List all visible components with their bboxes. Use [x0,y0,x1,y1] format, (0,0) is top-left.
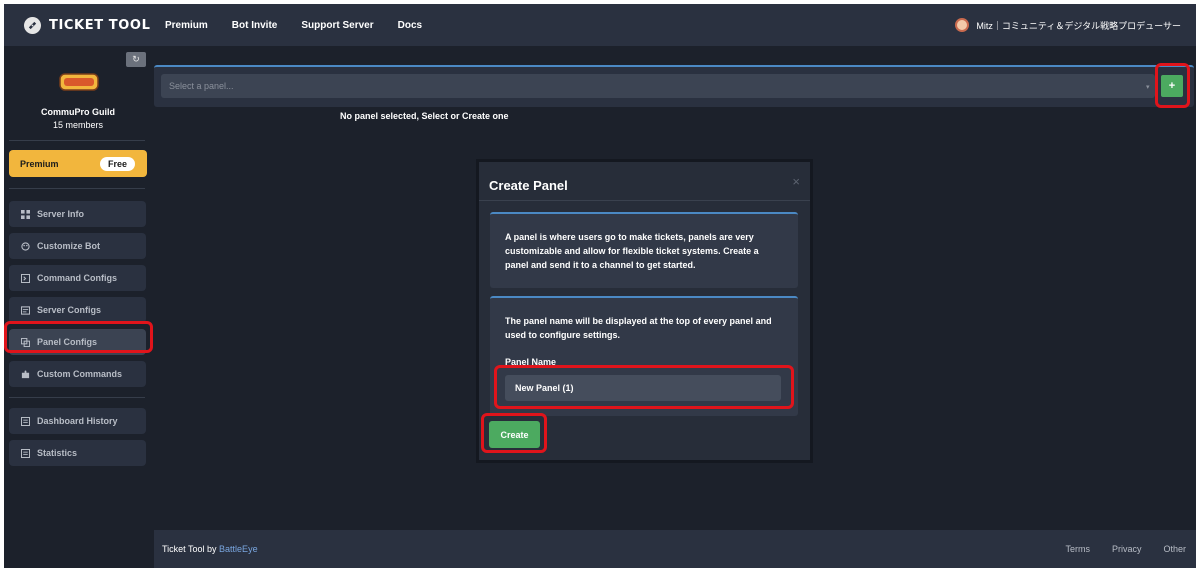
sidebar-item-label: Dashboard History [37,416,118,426]
sidebar-item-label: Command Configs [37,273,117,283]
app-window: TICKET TOOL Premium Bot Invite Support S… [4,4,1196,568]
panel-selector-bar: Select a panel... ▾ + [154,65,1194,107]
top-nav: TICKET TOOL Premium Bot Invite Support S… [4,4,1196,46]
guild-name: CommuPro Guild [41,107,115,117]
sidebar-item-custom-commands[interactable]: Custom Commands [9,361,146,387]
sidebar-item-label: Customize Bot [37,241,100,251]
footer-author-link[interactable]: BattleEye [219,544,258,554]
sidebar-item-customize-bot[interactable]: Customize Bot [9,233,146,259]
highlight-box [1155,63,1190,108]
intro-text: A panel is where users go to make ticket… [505,232,759,270]
modal-divider [479,200,810,201]
chevron-down-icon: ▾ [1146,84,1150,91]
avatar [955,18,970,32]
sidebar-item-statistics[interactable]: Statistics [9,440,146,466]
sidebar: ↻ CommuPro Guild 15 members Premium Free… [4,46,152,568]
guild-member-count: 15 members [52,120,104,130]
user-name: Mitz｜コミュニティ＆デジタル戦略プロデューサー [976,20,1181,31]
refresh-icon: ↻ [132,54,140,64]
puzzle-icon [21,369,30,379]
footer-link-privacy[interactable]: Privacy [1112,544,1142,554]
sidebar-item-label: Server Configs [37,305,102,315]
sidebar-divider [9,397,145,398]
server-icon [21,305,30,315]
nav-link-bot-invite[interactable]: Bot Invite [232,20,278,31]
sidebar-divider [9,188,145,189]
highlight-box [481,413,547,453]
guild-logo [59,73,99,91]
plan-badge: Free [99,156,135,171]
sidebar-item-label: Custom Commands [37,369,123,379]
nav-link-premium[interactable]: Premium [165,20,208,31]
sidebar-item-server-info[interactable]: Server Info [9,201,146,227]
footer-links: Terms Privacy Other [1043,544,1186,554]
nav-link-support-server[interactable]: Support Server [301,20,373,31]
nav-link-docs[interactable]: Docs [398,20,422,31]
footer-link-other[interactable]: Other [1163,544,1186,554]
brand-name: TICKET TOOL [49,17,151,33]
brand[interactable]: TICKET TOOL [24,16,165,34]
sidebar-item-server-configs[interactable]: Server Configs [9,297,146,323]
grid-icon [21,209,30,219]
panel-name-help: The panel name will be displayed at the … [505,316,772,340]
sidebar-item-dashboard-history[interactable]: Dashboard History [9,408,146,434]
footer: Ticket Tool by BattleEye Terms Privacy O… [154,530,1196,568]
panel-select[interactable]: Select a panel... [161,74,1155,98]
modal-title: Create Panel [489,178,568,193]
refresh-button[interactable]: ↻ [126,52,146,67]
highlight-box [4,321,153,353]
close-icon[interactable]: × [792,174,800,189]
premium-card[interactable]: Premium Free [9,150,147,177]
sidebar-divider [9,140,145,141]
history-icon [21,416,30,426]
footer-by-text: Ticket Tool by [162,544,217,554]
sidebar-item-command-configs[interactable]: Command Configs [9,265,146,291]
sidebar-item-label: Statistics [37,448,78,458]
footer-link-terms[interactable]: Terms [1065,544,1090,554]
palette-icon [21,241,30,251]
sidebar-item-label: Server Info [37,209,85,219]
empty-state-message: No panel selected, Select or Create one [340,111,509,121]
user-menu[interactable]: Mitz｜コミュニティ＆デジタル戦略プロデューサー [955,4,1181,46]
stats-icon [21,448,30,458]
footer-credit: Ticket Tool by BattleEye [162,544,258,554]
ticket-logo-icon [24,16,41,34]
intro-card: A panel is where users go to make ticket… [490,212,798,288]
highlight-box [494,365,794,409]
terminal-icon [21,273,30,283]
premium-label: Premium [20,158,59,169]
